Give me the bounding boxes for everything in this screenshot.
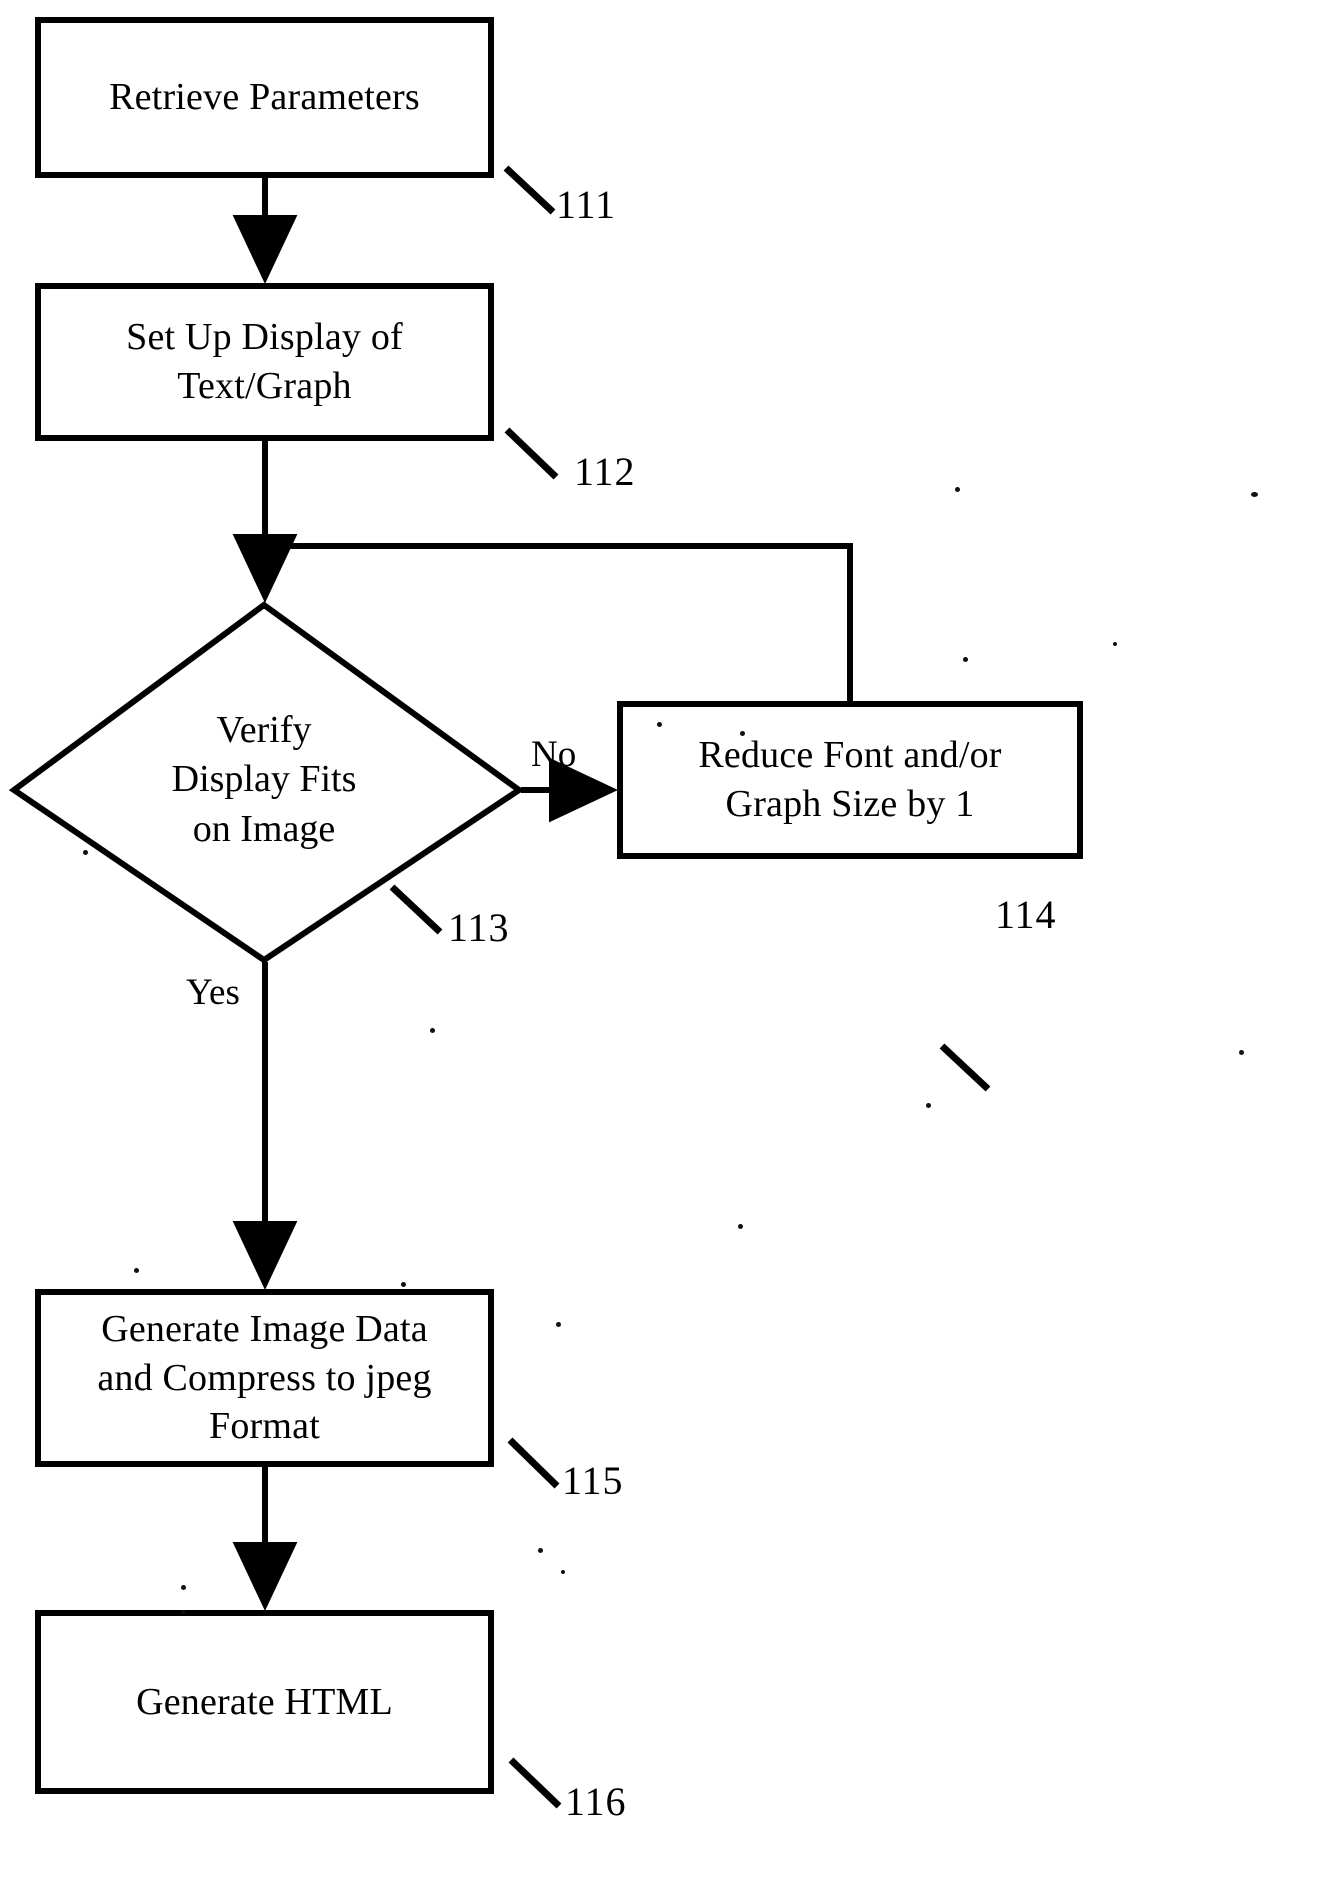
scan-speck [561, 1570, 565, 1574]
leader-116 [508, 1757, 562, 1809]
flowchart-canvas: Retrieve Parameters Set Up Display of Te… [0, 0, 1324, 1879]
scan-speck [1239, 1050, 1244, 1055]
leader-112 [504, 427, 559, 480]
node-112-shape [35, 283, 494, 441]
node-116-shape [35, 1610, 494, 1794]
scan-speck [657, 722, 662, 727]
node-113-label: Verify Display Fits on Image [171, 708, 357, 850]
scan-speck [430, 1028, 435, 1033]
ref-number-111: 111 [556, 182, 617, 227]
leader-111 [503, 165, 556, 215]
ref-number-114: 114 [995, 892, 1057, 937]
scan-speck [181, 1585, 186, 1590]
scan-speck [181, 1610, 185, 1614]
scan-speck [538, 1548, 543, 1553]
ref-number-115: 115 [562, 1458, 624, 1503]
leader-114 [939, 1043, 991, 1092]
node-114-shape [617, 701, 1083, 859]
scan-speck [740, 731, 745, 736]
ref-number-116: 116 [565, 1779, 627, 1824]
flowchart-vector-layer [8, 17, 1083, 1809]
scan-speck [83, 850, 88, 855]
scan-speck [738, 1224, 743, 1229]
edge-label-yes: Yes [186, 972, 240, 1013]
node-111-shape [35, 17, 494, 178]
scan-speck [926, 1103, 931, 1108]
scan-speck [1251, 492, 1258, 497]
scan-speck [963, 657, 968, 662]
scan-speck [134, 1268, 139, 1273]
edge-label-no: No [531, 734, 577, 775]
node-115-shape [35, 1289, 494, 1467]
ref-number-113: 113 [448, 905, 510, 950]
scan-speck [401, 1282, 406, 1287]
scan-speck [955, 487, 960, 492]
scan-speck [1113, 642, 1117, 646]
leader-115 [507, 1437, 560, 1489]
scan-speck [556, 1322, 561, 1327]
ref-number-112: 112 [574, 449, 636, 494]
leader-113 [389, 884, 443, 935]
